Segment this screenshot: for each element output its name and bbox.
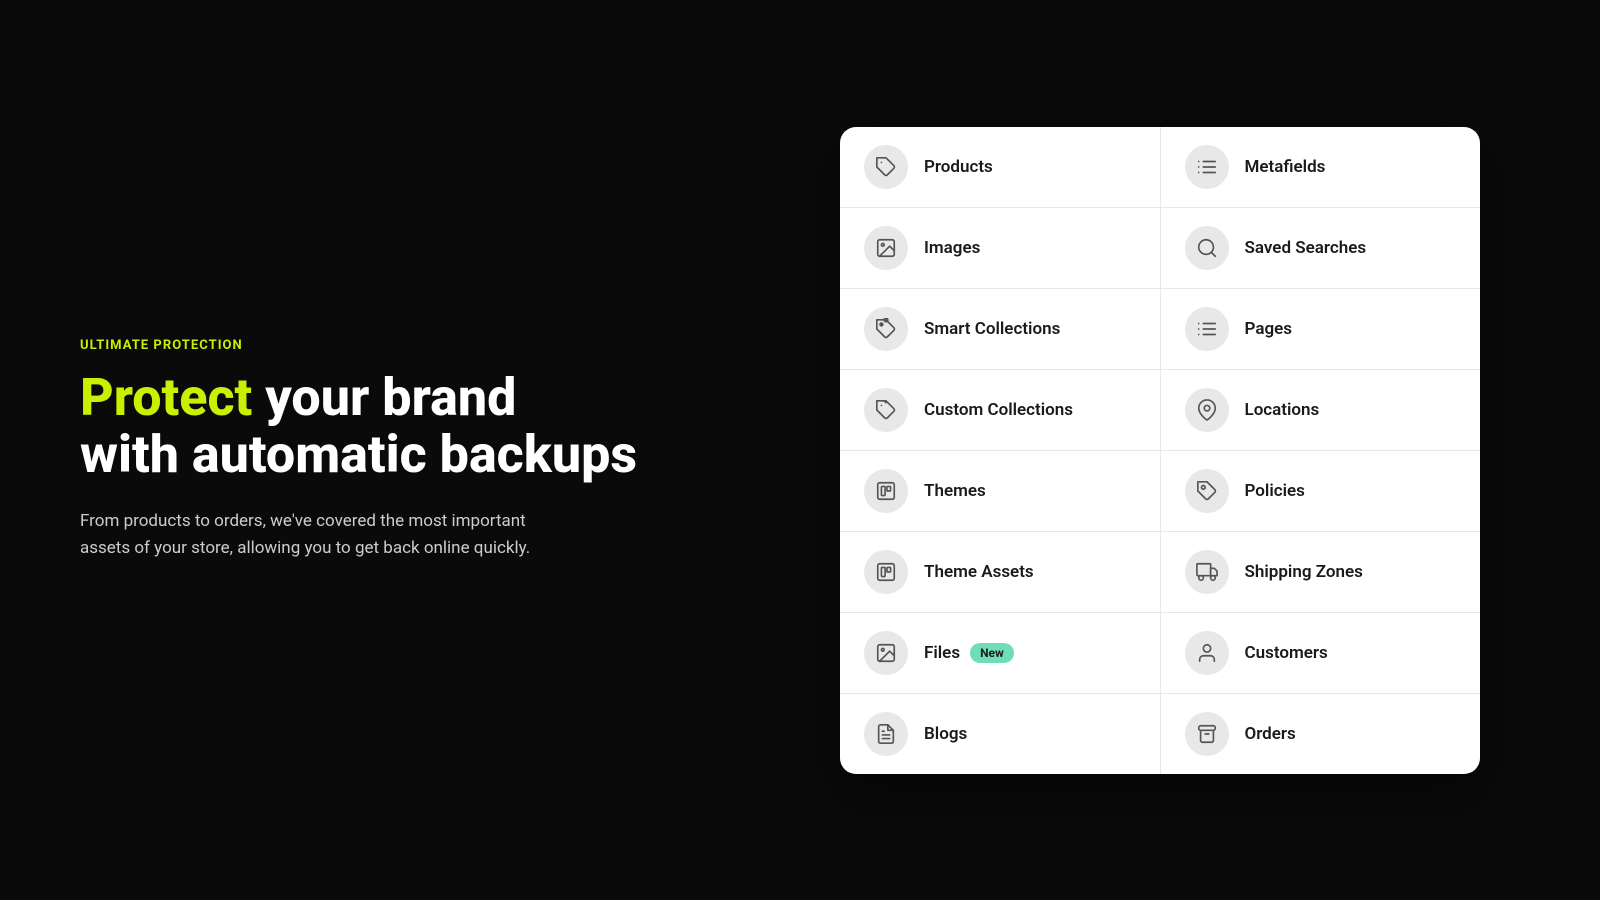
cell-label-metafields: Metafields [1245, 157, 1326, 177]
grid-row-1: Images Saved Searches [840, 208, 1480, 289]
grid-cell-locations[interactable]: Locations [1161, 370, 1481, 450]
headline-highlight: Protect [80, 367, 252, 428]
cell-label-shipping-zones: Shipping Zones [1245, 562, 1363, 582]
cell-label-themes: Themes [924, 481, 986, 501]
image-icon [864, 631, 908, 675]
policy-icon [1185, 469, 1229, 513]
badge-new: New [970, 643, 1014, 663]
grid-row-2: Smart Collections Pages [840, 289, 1480, 370]
description-text: From products to orders, we've covered t… [80, 508, 560, 562]
cell-label-orders: Orders [1245, 724, 1296, 744]
grid-cell-images[interactable]: Images [840, 208, 1161, 288]
orders-icon [1185, 712, 1229, 756]
headline: Protect your brand with automatic backup… [80, 369, 680, 483]
grid-row-0: Products Metafields [840, 127, 1480, 208]
cell-label-theme-assets: Theme Assets [924, 562, 1034, 582]
grid-cell-blogs[interactable]: Blogs [840, 694, 1161, 774]
smart-collect-icon [864, 307, 908, 351]
eyebrow-label: ULTIMATE PROTECTION [80, 338, 680, 353]
blog-icon [864, 712, 908, 756]
cell-label-pages: Pages [1245, 319, 1293, 339]
cell-label-images: Images [924, 238, 980, 258]
cell-label-products: Products [924, 157, 993, 177]
grid-row-6: FilesNew Customers [840, 613, 1480, 694]
grid-cell-pages[interactable]: Pages [1161, 289, 1481, 369]
grid-cell-saved-searches[interactable]: Saved Searches [1161, 208, 1481, 288]
shipping-icon [1185, 550, 1229, 594]
grid-cell-metafields[interactable]: Metafields [1161, 127, 1481, 207]
themes-icon [864, 550, 908, 594]
themes-icon [864, 469, 908, 513]
grid-row-4: Themes Policies [840, 451, 1480, 532]
list-detail-icon [1185, 145, 1229, 189]
right-panel: Products Metafields Images Saved Searches Sm… [760, 87, 1600, 814]
grid-row-7: Blogs Orders [840, 694, 1480, 774]
cell-label-locations: Locations [1245, 400, 1320, 420]
cell-label-blogs: Blogs [924, 724, 967, 744]
grid-cell-products[interactable]: Products [840, 127, 1161, 207]
grid-cell-orders[interactable]: Orders [1161, 694, 1481, 774]
tag-icon [864, 145, 908, 189]
left-panel: ULTIMATE PROTECTION Protect your brand w… [0, 278, 760, 622]
cell-label-smart-collections: Smart Collections [924, 319, 1060, 339]
image-icon [864, 226, 908, 270]
features-grid: Products Metafields Images Saved Searches Sm… [840, 127, 1480, 774]
custom-collect-icon [864, 388, 908, 432]
grid-cell-shipping-zones[interactable]: Shipping Zones [1161, 532, 1481, 612]
location-icon [1185, 388, 1229, 432]
grid-row-5: Theme Assets Shipping Zones [840, 532, 1480, 613]
list-detail-icon [1185, 307, 1229, 351]
grid-cell-files[interactable]: FilesNew [840, 613, 1161, 693]
cell-label-policies: Policies [1245, 481, 1305, 501]
grid-cell-customers[interactable]: Customers [1161, 613, 1481, 693]
grid-cell-theme-assets[interactable]: Theme Assets [840, 532, 1161, 612]
grid-cell-smart-collections[interactable]: Smart Collections [840, 289, 1161, 369]
cell-label-custom-collections: Custom Collections [924, 400, 1073, 420]
cell-label-files: FilesNew [924, 643, 1014, 663]
cell-label-saved-searches: Saved Searches [1245, 238, 1367, 258]
search-icon [1185, 226, 1229, 270]
grid-row-3: Custom Collections Locations [840, 370, 1480, 451]
grid-cell-policies[interactable]: Policies [1161, 451, 1481, 531]
customer-icon [1185, 631, 1229, 675]
grid-cell-themes[interactable]: Themes [840, 451, 1161, 531]
cell-label-customers: Customers [1245, 643, 1328, 663]
grid-cell-custom-collections[interactable]: Custom Collections [840, 370, 1161, 450]
